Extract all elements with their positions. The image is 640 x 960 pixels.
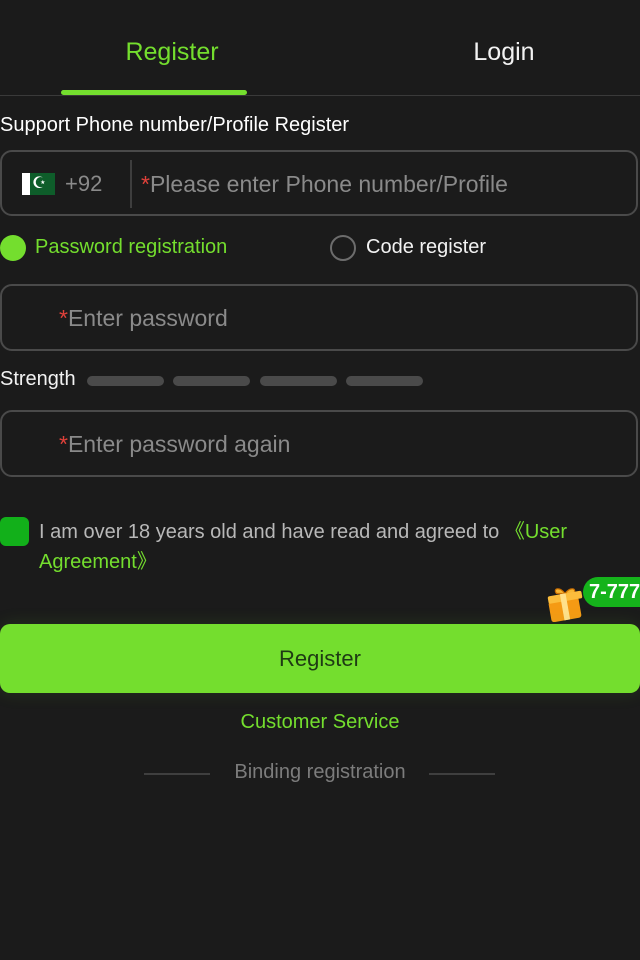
- tab-login[interactable]: Login: [344, 38, 640, 67]
- required-mark: *: [59, 431, 68, 457]
- phone-placeholder-text: Please enter Phone number/Profile: [149, 171, 508, 197]
- binding-registration: Binding registration: [0, 761, 640, 787]
- section-label: Support Phone number/Profile Register: [0, 114, 350, 136]
- required-mark: *: [59, 305, 68, 331]
- password-again-field[interactable]: *Enter password again: [0, 410, 638, 477]
- password-field[interactable]: *Enter password: [0, 284, 638, 351]
- gift-icon[interactable]: [546, 584, 584, 622]
- promo-badge[interactable]: 7-777: [583, 577, 640, 607]
- strength-bar-4: [346, 376, 423, 386]
- password-again-placeholder: *Enter password again: [59, 431, 290, 458]
- phone-placeholder: *Please enter Phone number/Profile: [141, 171, 508, 198]
- customer-service-link[interactable]: Customer Service: [0, 711, 640, 734]
- strength-bar-2: [173, 376, 250, 386]
- strength-bar-3: [260, 376, 337, 386]
- phone-field[interactable]: ☪ +92 *Please enter Phone number/Profile: [0, 150, 638, 216]
- binding-registration-link[interactable]: Binding registration: [0, 761, 640, 784]
- register-button[interactable]: Register: [0, 624, 640, 693]
- pakistan-flag-icon: ☪: [22, 173, 55, 195]
- registration-mode: Password registration Code register: [0, 233, 640, 267]
- agreement-checkbox[interactable]: [0, 517, 29, 546]
- radio-password-registration[interactable]: [0, 235, 26, 261]
- password-placeholder: *Enter password: [59, 305, 228, 332]
- strength-bar-1: [87, 376, 164, 386]
- password-registration-label[interactable]: Password registration: [35, 236, 227, 259]
- active-tab-indicator: [61, 90, 247, 95]
- register-page: Register Login Support Phone number/Prof…: [0, 0, 640, 960]
- agreement-statement: I am over 18 years old and have read and…: [39, 521, 505, 543]
- auth-tabs: Register Login: [0, 0, 640, 96]
- strength-label: Strength: [0, 368, 76, 390]
- tab-register[interactable]: Register: [0, 38, 344, 67]
- field-divider: [130, 160, 132, 208]
- code-register-label[interactable]: Code register: [366, 236, 486, 259]
- password-placeholder-text: Enter password: [67, 305, 228, 331]
- radio-code-register[interactable]: [330, 235, 356, 261]
- binding-divider-right: [429, 773, 495, 775]
- required-mark: *: [141, 171, 150, 197]
- agreement-text: I am over 18 years old and have read and…: [39, 517, 614, 577]
- password-again-placeholder-text: Enter password again: [67, 431, 291, 457]
- dial-code[interactable]: +92: [65, 171, 102, 197]
